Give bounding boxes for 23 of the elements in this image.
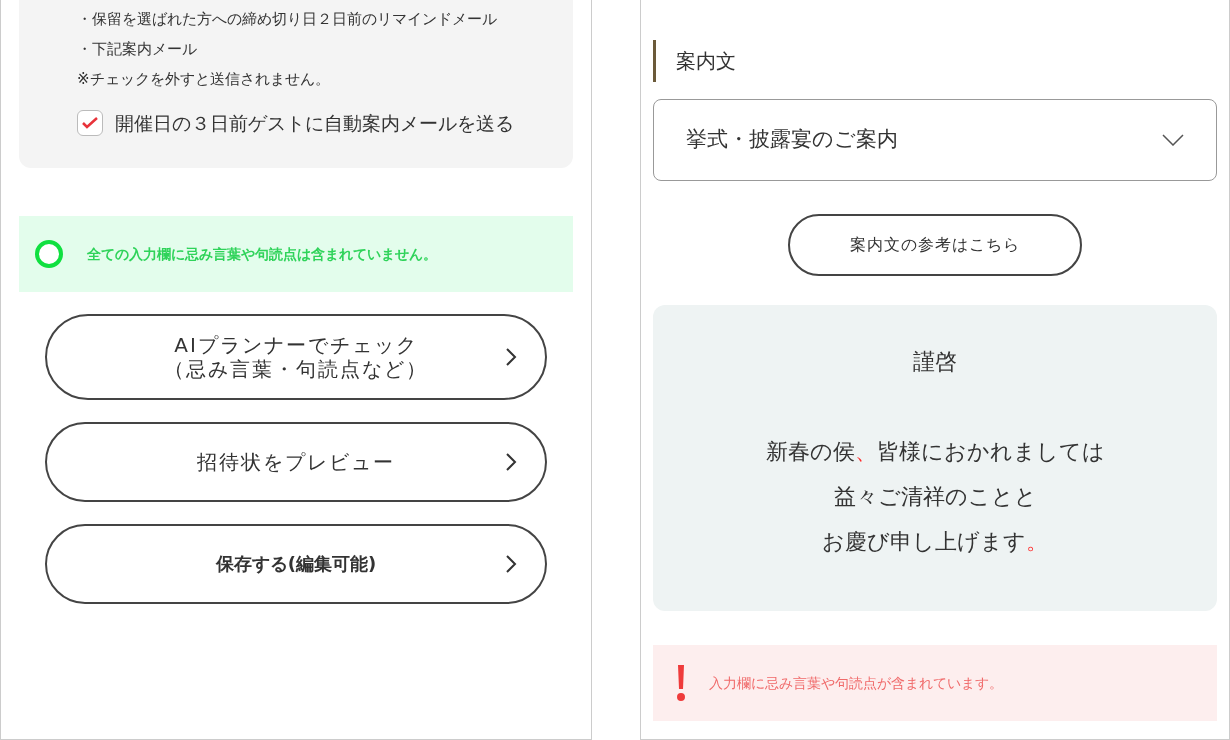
chevron-right-icon <box>505 554 517 574</box>
note-text: ※チェックを外すと送信されません。 <box>77 69 331 90</box>
letter-salutation: 謹啓 <box>913 348 957 376</box>
chevron-down-icon <box>1162 134 1184 146</box>
letter-line: 新春の侯、皆様におかれましては <box>765 438 1105 466</box>
template-select[interactable]: 挙式・披露宴のご案内 <box>653 99 1217 181</box>
check-icon <box>82 117 98 129</box>
result-message: 入力欄に忌み言葉や句読点が含まれています。 <box>709 673 1003 693</box>
result-message: 全ての入力欄に忌み言葉や句読点は含まれていません。 <box>87 244 437 264</box>
note-text: ・下記案内メール <box>77 39 198 60</box>
note-text: ・保留を選ばれた方への締め切り日２日前のリマインドメール <box>77 9 498 30</box>
action-button[interactable]: 保存する(編集可能) <box>45 524 547 604</box>
letter-line: 益々ご清祥のことと <box>833 483 1037 511</box>
checkbox-label: 開催日の３日前ゲストに自動案内メールを送る <box>115 112 514 134</box>
letter-line: お慶び申し上げます。 <box>822 528 1048 556</box>
checkbox[interactable] <box>77 110 103 136</box>
chevron-right-icon <box>505 452 517 472</box>
chevron-right-icon <box>505 347 517 367</box>
section-label: 案内文 <box>676 48 736 75</box>
action-button[interactable]: AIプランナーでチェック （忌み言葉・句読点など） <box>45 314 547 400</box>
exclamation-icon <box>677 665 685 701</box>
reference-button[interactable]: 案内文の参考はこちら <box>788 214 1082 276</box>
action-button[interactable]: 招待状をプレビュー <box>45 422 547 502</box>
